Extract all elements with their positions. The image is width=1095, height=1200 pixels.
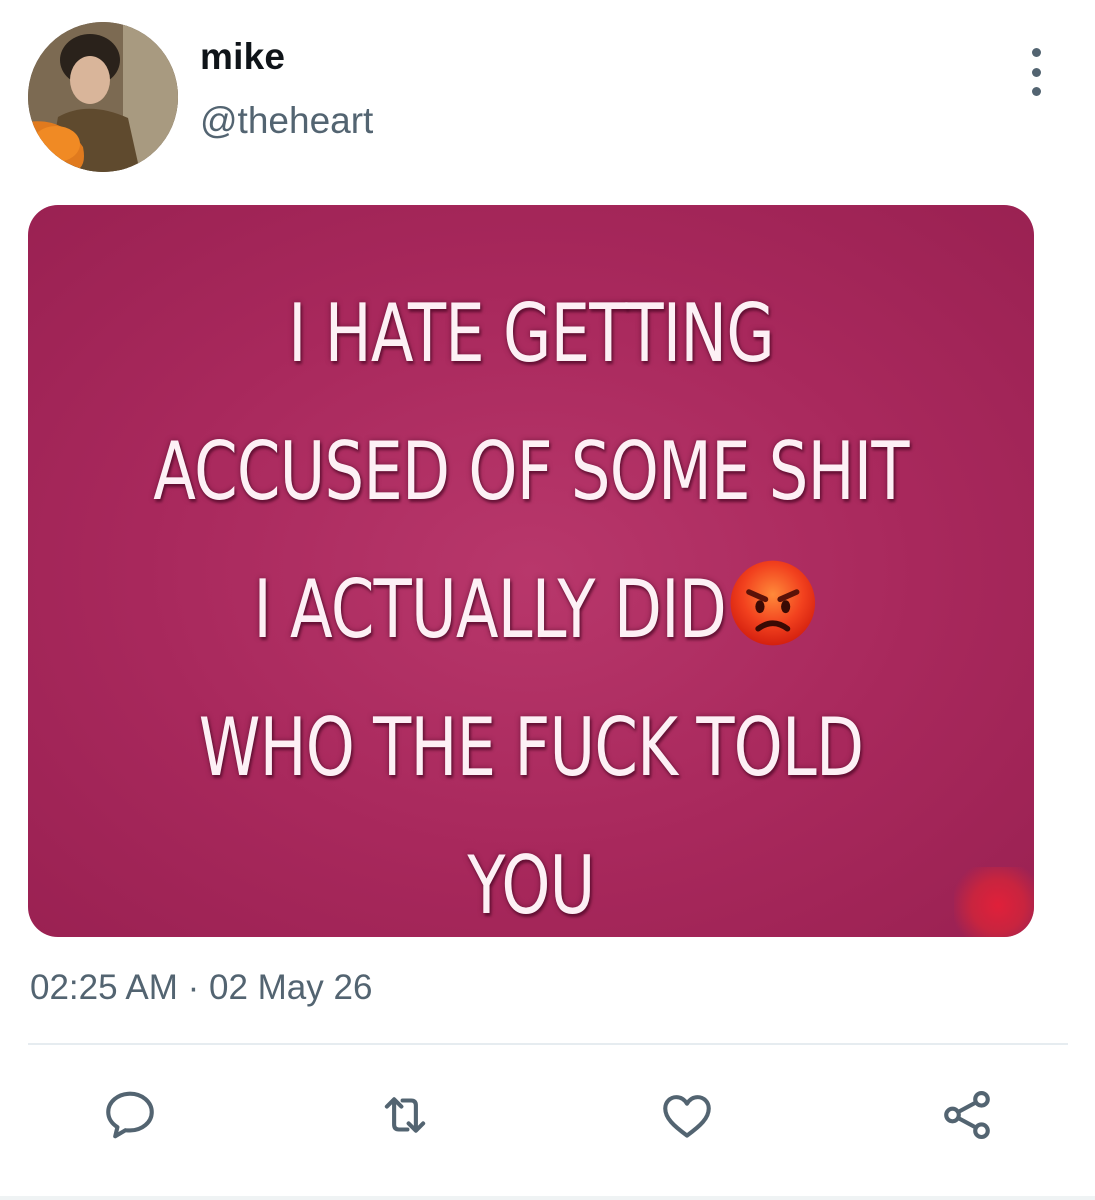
tweet-header: mike @theheart xyxy=(0,0,1095,190)
divider xyxy=(28,1043,1068,1045)
bottom-divider xyxy=(0,1196,1095,1200)
share-button[interactable] xyxy=(932,1080,1002,1150)
angry-face-icon xyxy=(727,553,819,646)
meme-line: YOU xyxy=(467,839,595,932)
username-handle[interactable]: @theheart xyxy=(200,100,373,142)
like-button[interactable] xyxy=(652,1080,722,1150)
share-icon xyxy=(944,1090,990,1140)
tweet-media-image[interactable]: I HATE GETTING ACCUSED OF SOME SHIT I AC… xyxy=(28,205,1034,937)
meme-line: I HATE GETTING xyxy=(288,287,775,380)
avatar[interactable] xyxy=(28,22,178,172)
meme-line: ACCUSED OF SOME SHIT xyxy=(153,425,909,518)
meme-line-with-emoji: I ACTUALLY DID xyxy=(139,541,924,679)
more-dot-icon xyxy=(1031,67,1041,77)
tweet-actions-bar xyxy=(0,1080,1095,1150)
reply-icon xyxy=(106,1091,154,1139)
avatar-photo xyxy=(28,22,178,172)
more-options-button[interactable] xyxy=(1016,48,1056,96)
more-dot-icon xyxy=(1031,87,1041,96)
retweet-button[interactable] xyxy=(370,1080,440,1150)
image-red-smudge xyxy=(954,867,1034,937)
retweet-icon xyxy=(384,1097,426,1133)
meme-text: I HATE GETTING ACCUSED OF SOME SHIT I AC… xyxy=(139,265,924,937)
meme-line: WHO THE FUCK TOLD xyxy=(198,701,864,794)
tweet-timestamp[interactable]: 02:25 AM · 02 May 26 xyxy=(30,968,372,1008)
meme-line: I ACTUALLY DID xyxy=(253,563,726,656)
reply-button[interactable] xyxy=(95,1080,165,1150)
heart-icon xyxy=(663,1095,711,1138)
more-dot-icon xyxy=(1031,48,1041,57)
display-name[interactable]: mike xyxy=(200,36,285,78)
